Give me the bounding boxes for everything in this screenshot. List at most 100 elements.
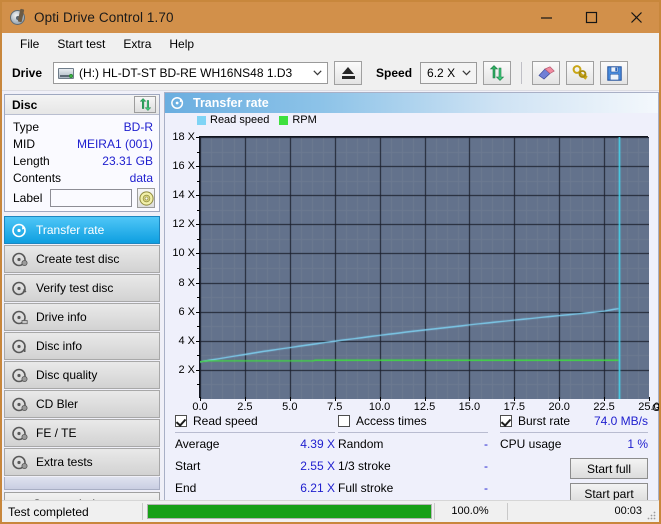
chart-area: Read speed RPM 2 X 4 X 6 X 8 X 10 X 12 X 14 X 1…: [165, 113, 659, 414]
result-key: CPU usage: [500, 437, 562, 451]
close-icon[interactable]: [614, 2, 659, 33]
disc-value: MEIRA1 (001): [76, 136, 153, 151]
divider: [507, 503, 508, 520]
result-key: Average: [175, 437, 220, 451]
burst-rate-checkbox[interactable]: Burst rate 74.0 MB/s: [500, 413, 648, 429]
chart-x-tick-label: 7.5: [327, 401, 343, 413]
disc-write-icon: [12, 252, 28, 266]
start-full-button[interactable]: Start full: [570, 458, 648, 479]
sidebar-item-drive-info[interactable]: Drive info: [4, 303, 160, 331]
chart-x-tick-label: 10.0: [368, 401, 391, 413]
sidebar-item-disc-info[interactable]: Disc info: [4, 332, 160, 360]
drive-select-value: (H:) HL-DT-ST BD-RE WH16NS48 1.D3: [79, 66, 293, 80]
chevron-down-icon: [462, 70, 471, 76]
speed-select[interactable]: 6.2 X: [420, 62, 478, 84]
disc-bler-icon: [12, 397, 28, 411]
chart-y-tick-label: 6 X: [178, 305, 195, 318]
result-key: Full stroke: [338, 481, 394, 495]
chart-x-tick-label: 0.0: [192, 401, 208, 413]
chart-y-tick: [196, 369, 200, 371]
result-row-full-stroke: Full stroke -: [338, 477, 488, 499]
chart-x-tick: [604, 397, 606, 401]
disc-refresh-button[interactable]: [134, 96, 156, 113]
eject-button[interactable]: [334, 61, 363, 85]
chart-legend: Read speed RPM: [197, 114, 327, 126]
sidebar-item-fe-te[interactable]: FE / TE: [4, 419, 160, 447]
results-burst-rate-column: Burst rate 74.0 MB/s CPU usage 1 % Start…: [500, 413, 648, 504]
result-value: -: [484, 481, 488, 495]
drive-select[interactable]: (H:) HL-DT-ST BD-RE WH16NS48 1.D3: [53, 62, 329, 84]
disc-panel-header: Disc: [5, 95, 159, 115]
read-speed-checkbox[interactable]: Read speed: [175, 413, 335, 429]
disc-extra-icon: [12, 455, 28, 469]
sidebar-item-verify-test-disc[interactable]: Verify test disc: [4, 274, 160, 302]
disc-label-button[interactable]: [137, 188, 155, 208]
progress-percent-label: 100.0%: [451, 505, 489, 517]
window-controls: [524, 2, 659, 33]
chart-x-tick: [244, 397, 246, 401]
disc-verify-icon: [12, 281, 27, 295]
keys-button[interactable]: [566, 61, 595, 85]
menu-item-file[interactable]: File: [11, 35, 48, 54]
disc-icon: [139, 190, 154, 206]
chart-y-tick-label: 2 X: [178, 363, 195, 376]
results-access-times-column: Access times Random - 1/3 stroke - Full …: [338, 413, 488, 499]
chart-y-tick: [196, 253, 200, 255]
sidebar-item-create-test-disc[interactable]: Create test disc: [4, 245, 160, 273]
chart-y-tick-label: 14 X: [172, 189, 195, 202]
disc-info-icon: [12, 339, 26, 353]
result-value: 6.21 X: [300, 481, 335, 495]
label-input[interactable]: [50, 189, 133, 207]
drive-label: Drive: [12, 66, 43, 80]
access-times-checkbox-label: Access times: [356, 414, 427, 428]
sidebar-item-transfer-rate[interactable]: Transfer rate: [4, 216, 160, 244]
sidebar-item-cd-bler[interactable]: CD Bler: [4, 390, 160, 418]
maximize-icon[interactable]: [569, 2, 614, 33]
divider: [142, 503, 143, 520]
menu-bar: File Start test Extra Help: [2, 33, 659, 56]
disc-value: data: [129, 170, 153, 185]
chart-y-minor-tick: [197, 180, 200, 182]
disc-panel: Disc Type BD-R MID MEIRA1 (001) Length 2…: [4, 94, 160, 212]
disc-row-contents: Contents data: [5, 169, 159, 186]
sidebar-item-disc-quality[interactable]: Disc quality: [4, 361, 160, 389]
disc-key: Contents: [13, 170, 62, 185]
menu-item-extra[interactable]: Extra: [114, 35, 160, 54]
chart-plot: 2 X 4 X 6 X 8 X 10 X 12 X 14 X 16 X 18 X 0.0 2.5 5.…: [172, 131, 659, 413]
menu-item-start-test[interactable]: Start test: [48, 35, 114, 54]
chart-y-minor-tick: [197, 355, 200, 357]
progress-bar: [147, 504, 432, 519]
save-button[interactable]: [600, 61, 629, 85]
refresh-icon: [489, 65, 505, 81]
chart-x-tick: [424, 397, 426, 401]
disc-quality-icon: [12, 368, 28, 382]
chart-x-tick: [289, 397, 291, 401]
erase-button[interactable]: [532, 61, 561, 85]
menu-item-help[interactable]: Help: [160, 35, 203, 54]
disc-panel-title: Disc: [12, 97, 38, 112]
save-icon: [606, 65, 622, 81]
disc-key: MID: [13, 136, 35, 151]
keys-icon: [572, 65, 588, 80]
result-value: 4.39 X: [300, 437, 335, 451]
disc-key: Length: [13, 153, 50, 168]
chart-y-minor-tick: [197, 209, 200, 211]
chart-x-tick: [649, 397, 650, 401]
sidebar-item-label: Transfer rate: [36, 223, 105, 237]
access-times-checkbox[interactable]: Access times: [338, 413, 488, 429]
disc-key: Type: [13, 119, 40, 134]
eraser-icon: [538, 66, 555, 80]
minimize-icon[interactable]: [524, 2, 569, 33]
results-panel: Read speed Average 4.39 X Start 2.55 X E…: [165, 413, 658, 504]
application-window: Opti Drive Control 1.70 File Start test …: [0, 0, 661, 524]
sidebar-item-extra-tests[interactable]: Extra tests: [4, 448, 160, 476]
chart-x-tick: [379, 397, 381, 401]
chart-x-tick-label: 15.0: [458, 401, 481, 413]
chart-y-tick-label: 4 X: [178, 334, 195, 347]
resize-grip-icon[interactable]: [646, 510, 656, 520]
chart-y-minor-tick: [197, 297, 200, 299]
checkbox-box: [500, 415, 512, 427]
refresh-button[interactable]: [483, 61, 512, 85]
checkbox-box: [175, 415, 187, 427]
elapsed-time-label: 00:03: [614, 505, 642, 517]
